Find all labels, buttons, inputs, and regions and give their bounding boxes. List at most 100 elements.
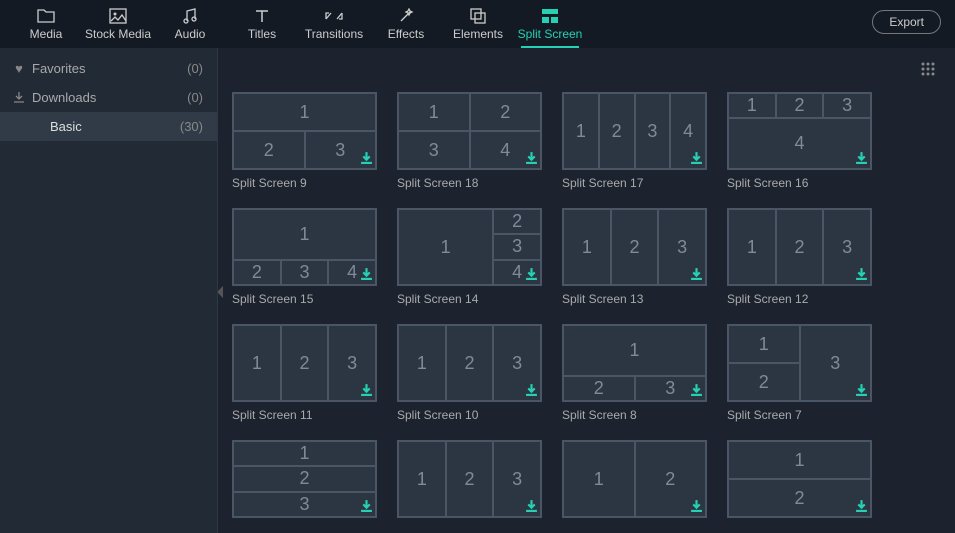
sidebar-item-favorites[interactable]: ♥ Favorites (0) xyxy=(0,54,217,83)
tab-stock-media[interactable]: Stock Media xyxy=(82,0,154,48)
template-thumbnail[interactable]: 12 xyxy=(727,440,872,518)
template-segment: 4 xyxy=(728,118,871,169)
collapse-handle-icon[interactable] xyxy=(218,286,223,298)
template-segment: 3 xyxy=(233,492,376,517)
template-card[interactable]: 123Split Screen 9 xyxy=(232,92,377,190)
sidebar-item-count: (0) xyxy=(187,61,203,76)
template-segment: 2 xyxy=(233,260,281,285)
template-segment: 2 xyxy=(776,93,824,118)
heart-icon: ♥ xyxy=(12,61,26,75)
template-card[interactable]: 1234 Split Screen 14 xyxy=(397,208,542,306)
template-card[interactable]: 1234Split Screen 17 xyxy=(562,92,707,190)
template-card[interactable]: 123 Split Screen 11 xyxy=(232,324,377,422)
template-label: Split Screen 16 xyxy=(727,176,872,190)
template-card[interactable]: 12 xyxy=(727,440,872,524)
template-segment: 2 xyxy=(611,209,659,285)
template-card[interactable]: 1234 Split Screen 16 xyxy=(727,92,872,190)
template-card[interactable]: 123Split Screen 8 xyxy=(562,324,707,422)
magic-icon xyxy=(398,7,414,25)
top-tabs-bar: Media Stock Media Audio Titles Transitio… xyxy=(0,0,955,48)
template-card[interactable]: 123Split Screen 12 xyxy=(727,208,872,306)
template-card[interactable]: 1234Split Screen 18 xyxy=(397,92,542,190)
download-icon[interactable] xyxy=(525,499,538,514)
template-thumbnail[interactable]: 1234 xyxy=(562,92,707,170)
template-card[interactable]: 123Split Screen 13 xyxy=(562,208,707,306)
download-icon[interactable] xyxy=(360,499,373,514)
template-segment: 3 xyxy=(281,260,329,285)
template-segment: 3 xyxy=(493,234,541,259)
download-icon[interactable] xyxy=(690,499,703,514)
template-thumbnail[interactable]: 1234 xyxy=(397,92,542,170)
template-segment: 1 xyxy=(233,93,376,131)
template-thumbnail[interactable]: 123 xyxy=(562,208,707,286)
download-icon[interactable] xyxy=(525,151,538,166)
template-card[interactable]: 123Split Screen 7 xyxy=(727,324,872,422)
sidebar-item-count: (30) xyxy=(180,119,203,134)
template-thumbnail[interactable]: 123 xyxy=(562,324,707,402)
sidebar-item-label: Downloads xyxy=(32,90,96,105)
template-card[interactable]: 123 Split Screen 10 xyxy=(397,324,542,422)
tab-label: Stock Media xyxy=(85,27,151,41)
tab-transitions[interactable]: Transitions xyxy=(298,0,370,48)
template-segment: 1 xyxy=(398,325,446,401)
template-thumbnail[interactable]: 1234 xyxy=(232,208,377,286)
template-segment: 2 xyxy=(563,376,635,401)
template-thumbnail[interactable]: 123 xyxy=(397,324,542,402)
download-icon[interactable] xyxy=(855,267,868,282)
template-card[interactable]: 123 xyxy=(232,440,377,524)
template-segment: 1 xyxy=(563,441,635,517)
template-thumbnail[interactable]: 12 xyxy=(562,440,707,518)
template-card[interactable]: 12 xyxy=(562,440,707,524)
template-label: Split Screen 11 xyxy=(232,408,377,422)
export-button[interactable]: Export xyxy=(872,10,941,34)
template-thumbnail[interactable]: 123 xyxy=(727,208,872,286)
download-icon[interactable] xyxy=(360,267,373,282)
download-icon[interactable] xyxy=(690,151,703,166)
template-thumbnail[interactable]: 123 xyxy=(232,92,377,170)
template-card[interactable]: 123 xyxy=(397,440,542,524)
image-icon xyxy=(109,7,127,25)
folder-icon xyxy=(37,7,55,25)
template-label: Split Screen 10 xyxy=(397,408,542,422)
tab-audio[interactable]: Audio xyxy=(154,0,226,48)
tab-media[interactable]: Media xyxy=(10,0,82,48)
tab-label: Effects xyxy=(388,27,424,41)
music-icon xyxy=(182,7,198,25)
sidebar-item-downloads[interactable]: Downloads (0) xyxy=(0,83,217,112)
download-icon[interactable] xyxy=(855,151,868,166)
template-segment: 1 xyxy=(563,209,611,285)
download-icon xyxy=(12,90,26,104)
template-thumbnail[interactable]: 1234 xyxy=(727,92,872,170)
template-segment: 1 xyxy=(233,441,376,466)
template-segment: 2 xyxy=(599,93,635,169)
sidebar-item-basic[interactable]: Basic (30) xyxy=(0,112,217,141)
download-icon[interactable] xyxy=(360,383,373,398)
template-label: Split Screen 14 xyxy=(397,292,542,306)
grid-view-icon[interactable] xyxy=(921,62,935,82)
template-thumbnail[interactable]: 1234 xyxy=(397,208,542,286)
download-icon[interactable] xyxy=(525,267,538,282)
download-icon[interactable] xyxy=(855,499,868,514)
download-icon[interactable] xyxy=(690,267,703,282)
tab-elements[interactable]: Elements xyxy=(442,0,514,48)
tab-label: Audio xyxy=(175,27,206,41)
download-icon[interactable] xyxy=(360,151,373,166)
download-icon[interactable] xyxy=(855,383,868,398)
tab-effects[interactable]: Effects xyxy=(370,0,442,48)
template-thumbnail[interactable]: 123 xyxy=(397,440,542,518)
download-icon[interactable] xyxy=(690,383,703,398)
template-segment: 1 xyxy=(233,209,376,260)
tab-titles[interactable]: Titles xyxy=(226,0,298,48)
template-segment: 1 xyxy=(728,93,776,118)
template-card[interactable]: 1234Split Screen 15 xyxy=(232,208,377,306)
template-thumbnail[interactable]: 123 xyxy=(727,324,872,402)
template-segment: 2 xyxy=(446,441,494,517)
template-thumbnail[interactable]: 123 xyxy=(232,324,377,402)
template-segment: 2 xyxy=(728,479,871,517)
template-segment: 1 xyxy=(563,325,706,376)
sidebar: ♥ Favorites (0) Downloads (0) Basic (30) xyxy=(0,48,218,533)
template-thumbnail[interactable]: 123 xyxy=(232,440,377,518)
tab-split-screen[interactable]: Split Screen xyxy=(514,0,586,48)
template-segment: 2 xyxy=(281,325,329,401)
download-icon[interactable] xyxy=(525,383,538,398)
